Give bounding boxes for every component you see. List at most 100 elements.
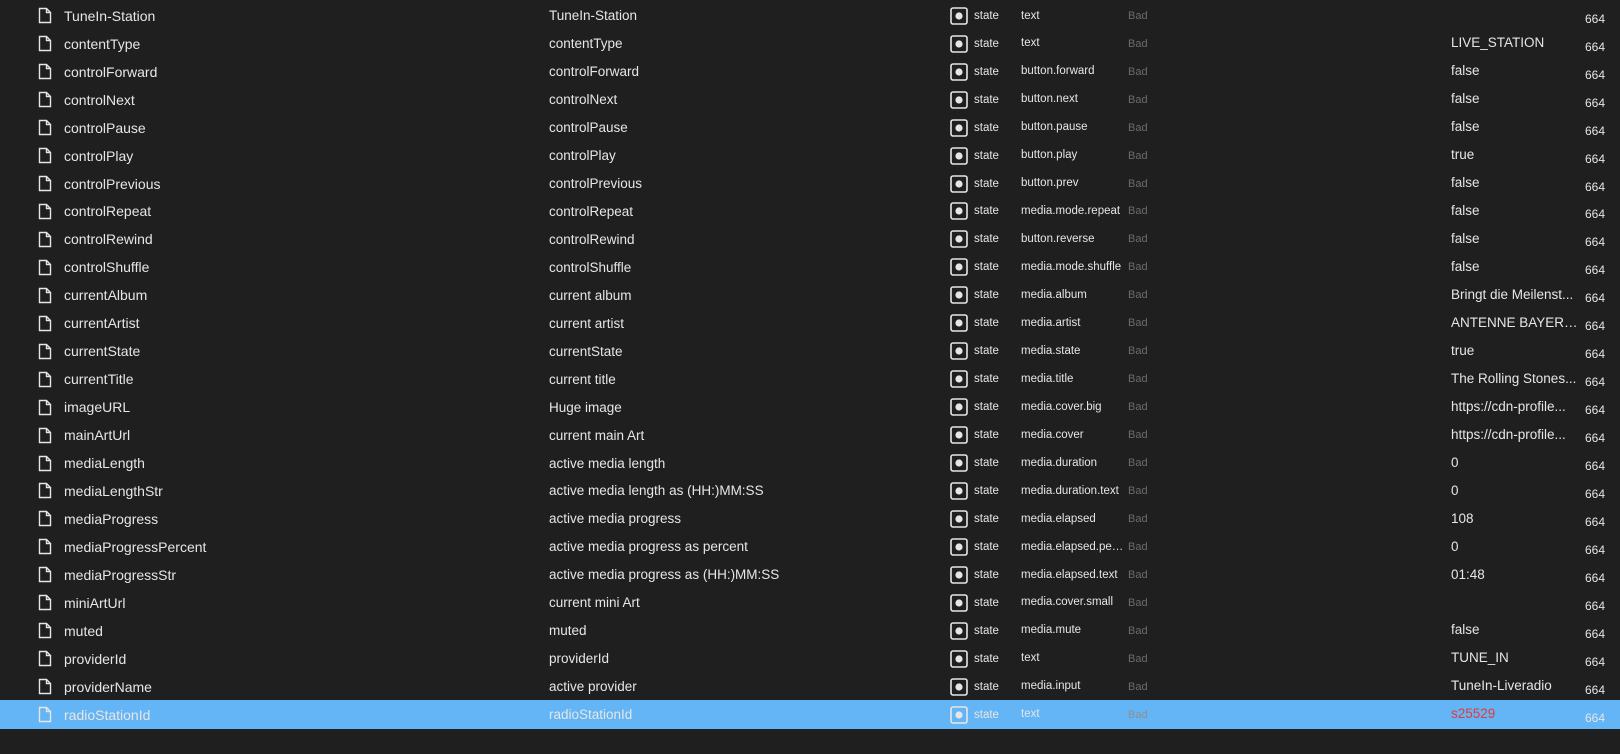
object-name: current artist	[549, 315, 625, 331]
table-row[interactable]: controlPlay controlPlay state button.pla…	[0, 141, 1620, 170]
table-row[interactable]: mediaProgressPercent active media progre…	[0, 533, 1620, 562]
object-role: media.artist	[1021, 316, 1081, 329]
object-type: state	[974, 652, 999, 665]
file-icon	[38, 644, 52, 673]
object-value[interactable]: 0	[1451, 449, 1579, 478]
object-role: media.elapsed	[1021, 512, 1096, 525]
object-quality: Bad	[1128, 624, 1148, 637]
object-id: TuneIn-Station	[64, 7, 156, 24]
table-row[interactable]: radioStationId radioStationId state text…	[0, 700, 1620, 729]
state-icon	[950, 365, 968, 394]
state-icon	[950, 477, 968, 506]
object-type: state	[974, 9, 999, 22]
object-value[interactable]: TUNE_IN	[1451, 644, 1579, 673]
table-row[interactable]: controlPause controlPause state button.p…	[0, 113, 1620, 142]
table-row[interactable]: mediaLength active media length state me…	[0, 449, 1620, 478]
table-row[interactable]: TuneIn-Station TuneIn-Station state text…	[0, 2, 1620, 31]
object-id: currentAlbum	[64, 287, 148, 304]
object-value[interactable]: 0	[1451, 477, 1579, 506]
table-row[interactable]: mediaProgressStr active media progress a…	[0, 561, 1620, 590]
object-id: providerName	[64, 678, 152, 695]
object-value[interactable]: s25529	[1451, 700, 1579, 729]
state-icon	[950, 533, 968, 562]
object-type: state	[974, 484, 999, 497]
table-row[interactable]: controlRepeat controlRepeat state media.…	[0, 197, 1620, 226]
table-row[interactable]: muted muted state media.mute Bad false 6…	[0, 616, 1620, 645]
file-icon	[38, 197, 52, 226]
object-role: media.mode.repeat	[1021, 205, 1121, 218]
object-type: state	[974, 233, 999, 246]
object-value[interactable]: Bringt die Meilenst...	[1451, 281, 1579, 310]
object-value[interactable]: 01:48	[1451, 561, 1579, 590]
object-value[interactable]: false	[1451, 616, 1579, 645]
file-icon	[38, 561, 52, 590]
object-value[interactable]: false	[1451, 225, 1579, 254]
object-value[interactable]: https://cdn-profile...	[1451, 421, 1579, 450]
table-row[interactable]: controlNext controlNext state button.nex…	[0, 85, 1620, 114]
object-name: Huge image	[549, 399, 622, 415]
table-row[interactable]: mainArtUrl current main Art state media.…	[0, 421, 1620, 450]
file-icon	[38, 281, 52, 310]
file-icon	[38, 2, 52, 31]
file-icon	[38, 588, 52, 617]
state-icon	[950, 57, 968, 86]
object-id: controlForward	[64, 63, 158, 80]
object-value[interactable]: TuneIn-Liveradio	[1451, 672, 1579, 701]
object-value[interactable]: 0	[1451, 533, 1579, 562]
state-icon	[950, 113, 968, 142]
object-quality: Bad	[1128, 540, 1148, 553]
object-quality: Bad	[1128, 596, 1148, 609]
object-value[interactable]	[1451, 2, 1579, 31]
object-value[interactable]: false	[1451, 85, 1579, 114]
object-value[interactable]: ANTENNE BAYERN...	[1451, 309, 1579, 338]
table-row[interactable]: controlRewind controlRewind state button…	[0, 225, 1620, 254]
object-role: text	[1021, 9, 1040, 22]
object-value[interactable]: https://cdn-profile...	[1451, 393, 1579, 422]
object-type: state	[974, 93, 999, 106]
table-row[interactable]: controlShuffle controlShuffle state medi…	[0, 253, 1620, 282]
object-value[interactable]: false	[1451, 169, 1579, 198]
table-row[interactable]: mediaLengthStr active media length as (H…	[0, 477, 1620, 506]
table-row[interactable]: currentAlbum current album state media.a…	[0, 281, 1620, 310]
state-icon	[950, 2, 968, 31]
table-row[interactable]: currentState currentState state media.st…	[0, 337, 1620, 366]
object-value[interactable]: The Rolling Stones...	[1451, 365, 1579, 394]
object-name: currentState	[549, 343, 623, 359]
object-quality: Bad	[1128, 708, 1148, 721]
table-row[interactable]: controlPrevious controlPrevious state bu…	[0, 169, 1620, 198]
object-value[interactable]: true	[1451, 337, 1579, 366]
file-icon	[38, 169, 52, 198]
object-id: controlShuffle	[64, 259, 150, 276]
object-value[interactable]: LIVE_STATION	[1451, 29, 1579, 58]
file-icon	[38, 616, 52, 645]
object-role: media.title	[1021, 372, 1074, 385]
object-id: controlRewind	[64, 231, 153, 248]
object-value[interactable]	[1451, 588, 1579, 617]
table-row[interactable]: controlForward controlForward state butt…	[0, 57, 1620, 86]
table-row[interactable]: providerId providerId state text Bad TUN…	[0, 644, 1620, 673]
state-icon	[950, 309, 968, 338]
object-quality: Bad	[1128, 652, 1148, 665]
table-row[interactable]: providerName active provider state media…	[0, 672, 1620, 701]
object-quality: Bad	[1128, 457, 1148, 470]
state-icon	[950, 29, 968, 58]
table-row[interactable]: miniArtUrl current mini Art state media.…	[0, 588, 1620, 617]
object-id: controlRepeat	[64, 203, 152, 220]
object-value[interactable]: false	[1451, 57, 1579, 86]
table-row[interactable]: currentArtist current artist state media…	[0, 309, 1620, 338]
table-row[interactable]: currentTitle current title state media.t…	[0, 365, 1620, 394]
object-type: state	[974, 624, 999, 637]
object-value[interactable]: false	[1451, 197, 1579, 226]
object-value[interactable]: 108	[1451, 505, 1579, 534]
object-value[interactable]: false	[1451, 113, 1579, 142]
object-table: TuneIn-Station TuneIn-Station state text…	[0, 0, 1620, 754]
object-type: state	[974, 457, 999, 470]
object-role: media.cover.small	[1021, 596, 1114, 609]
table-row[interactable]: imageURL Huge image state media.cover.bi…	[0, 393, 1620, 422]
object-value[interactable]: true	[1451, 141, 1579, 170]
object-quality: Bad	[1128, 512, 1148, 525]
table-row[interactable]: contentType contentType state text Bad L…	[0, 29, 1620, 58]
object-id: controlNext	[64, 91, 135, 108]
object-value[interactable]: false	[1451, 253, 1579, 282]
table-row[interactable]: mediaProgress active media progress stat…	[0, 505, 1620, 534]
